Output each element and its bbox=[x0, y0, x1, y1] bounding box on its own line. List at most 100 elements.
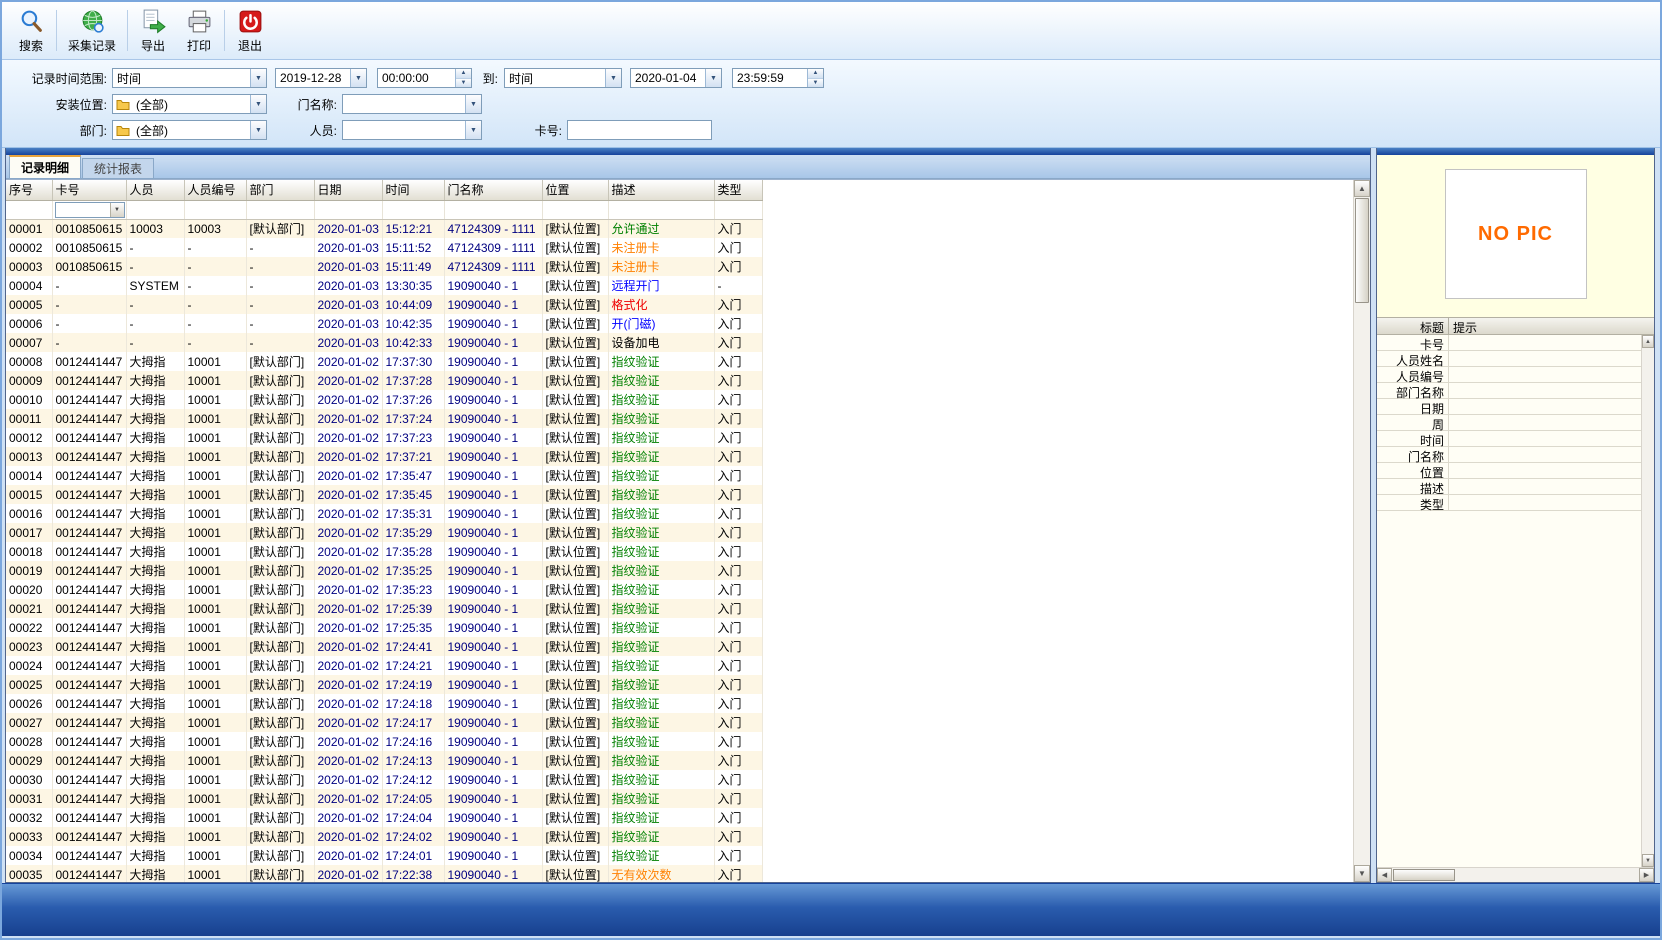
exit-button[interactable]: 退出 bbox=[227, 4, 273, 57]
from-type-select[interactable]: 时间 ▼ bbox=[112, 68, 267, 88]
door-select[interactable]: ▼ bbox=[342, 94, 482, 114]
table-row[interactable]: 000230012441447大拇指10001[默认部门]2020-01-021… bbox=[6, 637, 762, 656]
scroll-right-icon[interactable]: ▶ bbox=[1639, 868, 1654, 882]
scroll-up-icon[interactable]: ▲ bbox=[1354, 180, 1370, 197]
cell: 17:25:35 bbox=[382, 618, 444, 637]
cell: 指纹验证 bbox=[608, 428, 714, 447]
filter-cell[interactable]: ▼ bbox=[52, 200, 126, 219]
chevron-down-icon[interactable]: ▼ bbox=[110, 203, 124, 217]
table-row[interactable]: 000280012441447大拇指10001[默认部门]2020-01-021… bbox=[6, 732, 762, 751]
chevron-down-icon[interactable]: ▼ bbox=[350, 69, 366, 87]
horizontal-scrollbar[interactable]: ◀ ▶ bbox=[1377, 867, 1654, 882]
table-row[interactable]: 0000100108506151000310003[默认部门]2020-01-0… bbox=[6, 219, 762, 238]
table-row[interactable]: 000120012441447大拇指10001[默认部门]2020-01-021… bbox=[6, 428, 762, 447]
table-row[interactable]: 000350012441447大拇指10001[默认部门]2020-01-021… bbox=[6, 865, 762, 882]
card-number-input[interactable] bbox=[567, 120, 712, 140]
print-button[interactable]: 打印 bbox=[176, 4, 222, 57]
info-row-title: 部门名称 bbox=[1377, 383, 1449, 398]
cell: 0012441447 bbox=[52, 675, 126, 694]
table-row[interactable]: 000180012441447大拇指10001[默认部门]2020-01-021… bbox=[6, 542, 762, 561]
column-header[interactable]: 部门 bbox=[246, 180, 314, 200]
table-row[interactable]: 00006----2020-01-0310:42:3519090040 - 1[… bbox=[6, 314, 762, 333]
vertical-scrollbar[interactable]: ▲ ▼ bbox=[1641, 335, 1654, 867]
table-row[interactable]: 000020010850615---2020-01-0315:11:524712… bbox=[6, 238, 762, 257]
table-row[interactable]: 000260012441447大拇指10001[默认部门]2020-01-021… bbox=[6, 694, 762, 713]
table-row[interactable]: 000100012441447大拇指10001[默认部门]2020-01-021… bbox=[6, 390, 762, 409]
column-header[interactable]: 位置 bbox=[542, 180, 608, 200]
cell: 0012441447 bbox=[52, 618, 126, 637]
table-row[interactable]: 000220012441447大拇指10001[默认部门]2020-01-021… bbox=[6, 618, 762, 637]
table-row[interactable]: 000210012441447大拇指10001[默认部门]2020-01-021… bbox=[6, 599, 762, 618]
table-row[interactable]: 000170012441447大拇指10001[默认部门]2020-01-021… bbox=[6, 523, 762, 542]
table-row[interactable]: 000140012441447大拇指10001[默认部门]2020-01-021… bbox=[6, 466, 762, 485]
export-button[interactable]: 导出 bbox=[130, 4, 176, 57]
card-filter-combo[interactable]: ▼ bbox=[55, 202, 125, 218]
column-header[interactable]: 卡号 bbox=[52, 180, 126, 200]
main-area: 记录明细 统计报表 序号卡号人员人员编号部门日期时间门名称位置描述类型 ▼ 0000… bbox=[2, 148, 1660, 883]
dept-select[interactable]: (全部) ▼ bbox=[112, 120, 267, 140]
chevron-down-icon[interactable]: ▼ bbox=[465, 95, 481, 113]
cell: 大拇指 bbox=[126, 637, 184, 656]
chevron-down-icon[interactable]: ▼ bbox=[250, 121, 266, 139]
table-row[interactable]: 000030010850615---2020-01-0315:11:494712… bbox=[6, 257, 762, 276]
dept-label: 部门: bbox=[12, 122, 107, 139]
to-type-select[interactable]: 时间 ▼ bbox=[504, 68, 622, 88]
vertical-scrollbar[interactable]: ▲ ▼ bbox=[1353, 180, 1370, 882]
scroll-down-icon[interactable]: ▼ bbox=[1642, 854, 1654, 867]
collect-records-button[interactable]: 采集记录 bbox=[59, 4, 125, 57]
to-time-spinner[interactable]: 23:59:59 ▲▼ bbox=[732, 68, 824, 88]
table-row[interactable]: 000080012441447大拇指10001[默认部门]2020-01-021… bbox=[6, 352, 762, 371]
table-row[interactable]: 000200012441447大拇指10001[默认部门]2020-01-021… bbox=[6, 580, 762, 599]
table-row[interactable]: 000130012441447大拇指10001[默认部门]2020-01-021… bbox=[6, 447, 762, 466]
scrollbar-thumb[interactable] bbox=[1355, 198, 1369, 303]
spinner-buttons[interactable]: ▲▼ bbox=[455, 69, 471, 87]
table-row[interactable]: 000340012441447大拇指10001[默认部门]2020-01-021… bbox=[6, 846, 762, 865]
search-button[interactable]: 搜索 bbox=[8, 4, 54, 57]
table-row[interactable]: 00004-SYSTEM--2020-01-0313:30:3519090040… bbox=[6, 276, 762, 295]
scroll-left-icon[interactable]: ◀ bbox=[1377, 868, 1392, 882]
location-select[interactable]: (全部) ▼ bbox=[112, 94, 267, 114]
column-header[interactable]: 人员编号 bbox=[184, 180, 246, 200]
chevron-down-icon[interactable]: ▼ bbox=[705, 69, 721, 87]
column-header[interactable]: 序号 bbox=[6, 180, 52, 200]
table-row[interactable]: 000190012441447大拇指10001[默认部门]2020-01-021… bbox=[6, 561, 762, 580]
to-date-picker[interactable]: 2020-01-04 ▼ bbox=[630, 68, 722, 88]
cell: 大拇指 bbox=[126, 713, 184, 732]
chevron-down-icon[interactable]: ▼ bbox=[605, 69, 621, 87]
table-row[interactable]: 000310012441447大拇指10001[默认部门]2020-01-021… bbox=[6, 789, 762, 808]
table-row[interactable]: 000160012441447大拇指10001[默认部门]2020-01-021… bbox=[6, 504, 762, 523]
chevron-down-icon[interactable]: ▼ bbox=[465, 121, 481, 139]
table-row[interactable]: 000300012441447大拇指10001[默认部门]2020-01-021… bbox=[6, 770, 762, 789]
person-select[interactable]: ▼ bbox=[342, 120, 482, 140]
column-header[interactable]: 门名称 bbox=[444, 180, 542, 200]
table-row[interactable]: 000270012441447大拇指10001[默认部门]2020-01-021… bbox=[6, 713, 762, 732]
column-header[interactable]: 描述 bbox=[608, 180, 714, 200]
cell: 17:35:29 bbox=[382, 523, 444, 542]
table-row[interactable]: 000150012441447大拇指10001[默认部门]2020-01-021… bbox=[6, 485, 762, 504]
scroll-down-icon[interactable]: ▼ bbox=[1354, 865, 1370, 882]
info-header-hint: 提示 bbox=[1449, 318, 1654, 334]
scroll-up-icon[interactable]: ▲ bbox=[1642, 335, 1654, 348]
column-header[interactable]: 日期 bbox=[314, 180, 382, 200]
table-row[interactable]: 000320012441447大拇指10001[默认部门]2020-01-021… bbox=[6, 808, 762, 827]
table-row[interactable]: 000250012441447大拇指10001[默认部门]2020-01-021… bbox=[6, 675, 762, 694]
from-time-spinner[interactable]: 00:00:00 ▲▼ bbox=[377, 68, 472, 88]
cell: 47124309 - 1111 bbox=[444, 238, 542, 257]
spinner-buttons[interactable]: ▲▼ bbox=[807, 69, 823, 87]
table-row[interactable]: 000330012441447大拇指10001[默认部门]2020-01-021… bbox=[6, 827, 762, 846]
tab-statistics-report[interactable]: 统计报表 bbox=[82, 158, 154, 178]
table-row[interactable]: 000090012441447大拇指10001[默认部门]2020-01-021… bbox=[6, 371, 762, 390]
scrollbar-thumb[interactable] bbox=[1393, 869, 1455, 881]
tab-record-detail[interactable]: 记录明细 bbox=[9, 155, 81, 178]
from-date-picker[interactable]: 2019-12-28 ▼ bbox=[275, 68, 367, 88]
table-row[interactable]: 00007----2020-01-0310:42:3319090040 - 1[… bbox=[6, 333, 762, 352]
chevron-down-icon[interactable]: ▼ bbox=[250, 95, 266, 113]
table-row[interactable]: 000110012441447大拇指10001[默认部门]2020-01-021… bbox=[6, 409, 762, 428]
table-row[interactable]: 000290012441447大拇指10001[默认部门]2020-01-021… bbox=[6, 751, 762, 770]
column-header[interactable]: 时间 bbox=[382, 180, 444, 200]
table-row[interactable]: 00005----2020-01-0310:44:0919090040 - 1[… bbox=[6, 295, 762, 314]
chevron-down-icon[interactable]: ▼ bbox=[250, 69, 266, 87]
table-row[interactable]: 000240012441447大拇指10001[默认部门]2020-01-021… bbox=[6, 656, 762, 675]
column-header[interactable]: 人员 bbox=[126, 180, 184, 200]
column-header[interactable]: 类型 bbox=[714, 180, 762, 200]
